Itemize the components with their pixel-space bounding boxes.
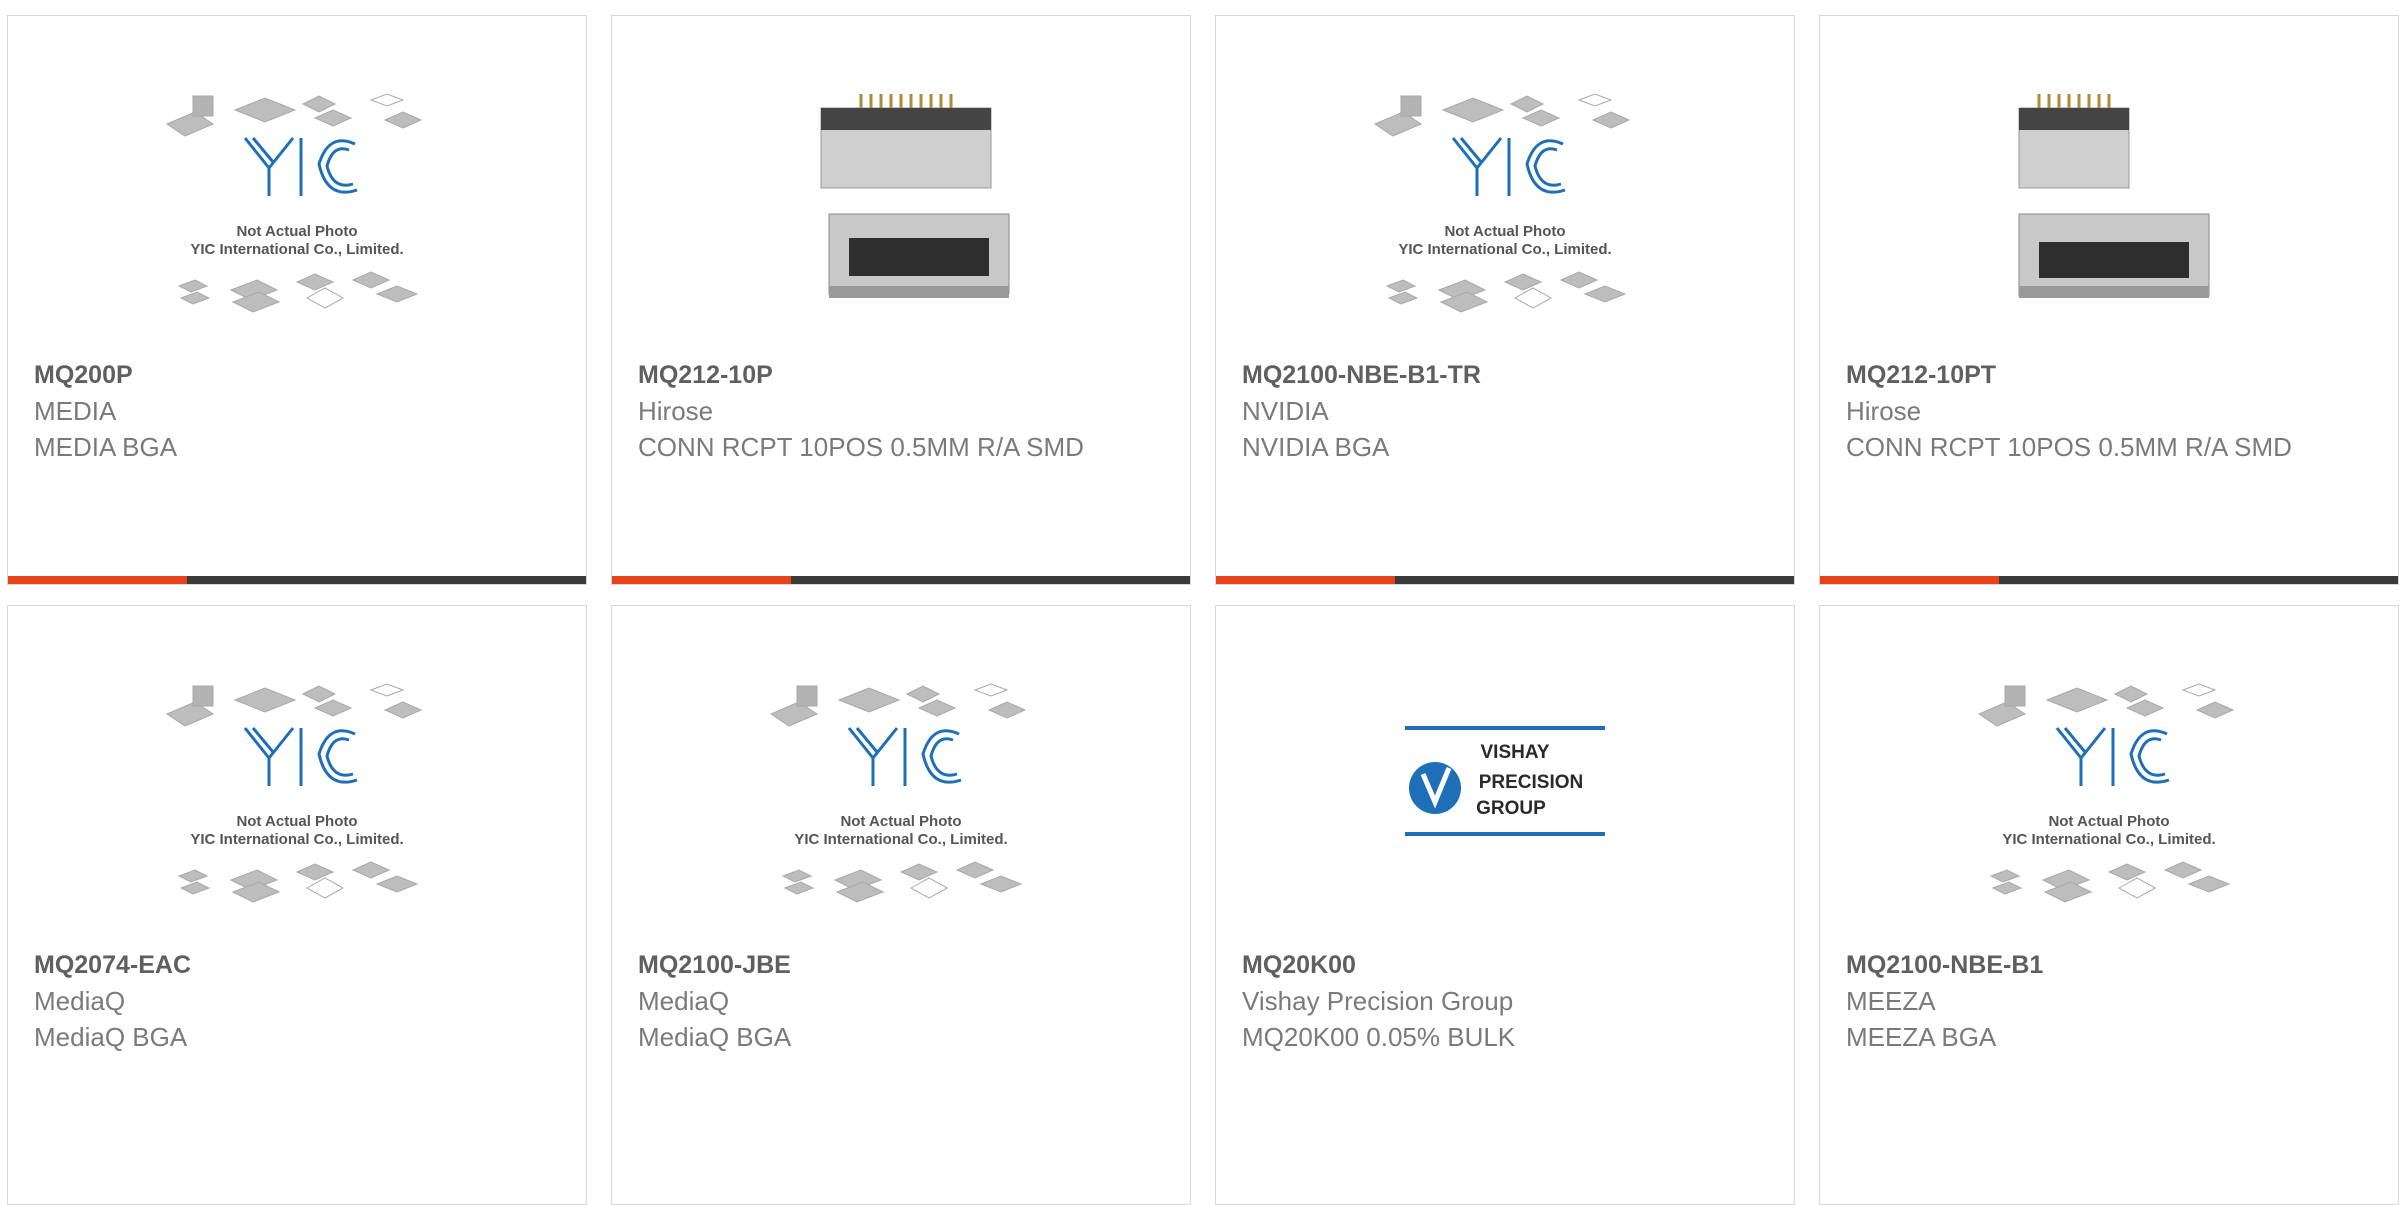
part-number[interactable]: MQ2100-JBE xyxy=(638,947,1164,983)
manufacturer: MediaQ xyxy=(638,986,730,1016)
connector-photo xyxy=(2018,94,2210,298)
product-card[interactable]: Not Actual Photo YIC International Co., … xyxy=(1215,15,1795,585)
manufacturer: Hirose xyxy=(1846,396,1922,426)
product-info: MQ212-10PT Hirose CONN RCPT 10POS 0.5MM … xyxy=(1846,357,2372,465)
card-accent xyxy=(612,576,792,584)
svg-text:Not Actual Photo: Not Actual Photo xyxy=(2048,813,2169,830)
product-info: MQ2100-JBE MediaQ MediaQ BGA xyxy=(638,947,1164,1055)
part-number[interactable]: MQ2100-NBE-B1-TR xyxy=(1242,357,1768,393)
card-accent xyxy=(1216,576,1396,584)
svg-text:PRECISION: PRECISION xyxy=(1479,772,1584,793)
part-number[interactable]: MQ200P xyxy=(34,357,560,393)
description: MEDIA BGA xyxy=(34,432,178,462)
product-card[interactable]: MQ212-10P Hirose CONN RCPT 10POS 0.5MM R… xyxy=(611,15,1191,585)
yic-placeholder-image: Not Actual Photo YIC International Co., … xyxy=(1373,93,1631,313)
yic-placeholder-image: Not Actual Photo YIC International Co., … xyxy=(165,93,423,313)
manufacturer: Hirose xyxy=(638,396,714,426)
part-number[interactable]: MQ212-10PT xyxy=(1846,357,2372,393)
product-info: MQ2100-NBE-B1-TR NVIDIA NVIDIA BGA xyxy=(1242,357,1768,465)
product-card[interactable]: Not Actual Photo YIC International Co., … xyxy=(7,605,587,1205)
product-info: MQ200P MEDIA MEDIA BGA xyxy=(34,357,560,465)
product-info: MQ20K00 Vishay Precision Group MQ20K00 0… xyxy=(1242,947,1768,1055)
product-image[interactable]: Not Actual Photo YIC International Co., … xyxy=(1820,676,2398,946)
vishay-precision-group-logo: VISHAY PRECISION GROUP xyxy=(1405,726,1605,836)
part-number[interactable]: MQ212-10P xyxy=(638,357,1164,393)
part-number[interactable]: MQ2100-NBE-B1 xyxy=(1846,947,2372,983)
svg-text:VISHAY: VISHAY xyxy=(1481,742,1550,763)
manufacturer: NVIDIA xyxy=(1242,396,1329,426)
product-info: MQ212-10P Hirose CONN RCPT 10POS 0.5MM R… xyxy=(638,357,1164,465)
product-card[interactable]: MQ212-10PT Hirose CONN RCPT 10POS 0.5MM … xyxy=(1819,15,2399,585)
description: CONN RCPT 10POS 0.5MM R/A SMD xyxy=(638,432,1084,462)
description: CONN RCPT 10POS 0.5MM R/A SMD xyxy=(1846,432,2292,462)
svg-text:Not Actual Photo: Not Actual Photo xyxy=(236,223,357,240)
description: MediaQ BGA xyxy=(638,1022,792,1052)
product-card[interactable]: Not Actual Photo YIC International Co., … xyxy=(1819,605,2399,1205)
description: NVIDIA BGA xyxy=(1242,432,1390,462)
connector-photo xyxy=(820,94,1010,298)
part-number[interactable]: MQ20K00 xyxy=(1242,947,1768,983)
product-image[interactable] xyxy=(1820,86,2398,356)
product-image[interactable]: Not Actual Photo YIC International Co., … xyxy=(612,676,1190,946)
card-bottom-bar xyxy=(1216,576,1794,584)
description: MediaQ BGA xyxy=(34,1022,188,1052)
product-image[interactable]: Not Actual Photo YIC International Co., … xyxy=(8,86,586,356)
product-card[interactable]: Not Actual Photo YIC International Co., … xyxy=(611,605,1191,1205)
description: MEEZA BGA xyxy=(1846,1022,1997,1052)
card-bottom-bar xyxy=(8,576,586,584)
svg-text:YIC International Co., Limited: YIC International Co., Limited. xyxy=(2002,831,2215,848)
svg-text:YIC International Co., Limited: YIC International Co., Limited. xyxy=(190,831,403,848)
svg-text:GROUP: GROUP xyxy=(1476,798,1546,819)
product-image[interactable]: Not Actual Photo YIC International Co., … xyxy=(1216,86,1794,356)
svg-text:Not Actual Photo: Not Actual Photo xyxy=(1444,223,1565,240)
product-card[interactable]: Not Actual Photo YIC International Co., … xyxy=(7,15,587,585)
svg-text:YIC International Co., Limited: YIC International Co., Limited. xyxy=(794,831,1007,848)
svg-text:Not Actual Photo: Not Actual Photo xyxy=(840,813,961,830)
card-bottom-bar xyxy=(1820,576,2398,584)
card-accent xyxy=(1820,576,2000,584)
product-info: MQ2074-EAC MediaQ MediaQ BGA xyxy=(34,947,560,1055)
manufacturer: MediaQ xyxy=(34,986,126,1016)
product-info: MQ2100-NBE-B1 MEEZA MEEZA BGA xyxy=(1846,947,2372,1055)
product-card[interactable]: VISHAY PRECISION GROUP MQ20K00 Vishay Pr… xyxy=(1215,605,1795,1205)
product-image[interactable]: Not Actual Photo YIC International Co., … xyxy=(8,676,586,946)
description: MQ20K00 0.05% BULK xyxy=(1242,1022,1516,1052)
card-bottom-bar xyxy=(612,576,1190,584)
svg-text:YIC International Co., Limited: YIC International Co., Limited. xyxy=(1398,241,1611,258)
product-grid: Not Actual Photo YIC International Co., … xyxy=(0,0,2400,1205)
product-image[interactable]: VISHAY PRECISION GROUP xyxy=(1216,676,1794,946)
manufacturer: MEDIA xyxy=(34,396,117,426)
manufacturer: Vishay Precision Group xyxy=(1242,986,1514,1016)
card-accent xyxy=(8,576,188,584)
yic-placeholder-image: Not Actual Photo YIC International Co., … xyxy=(1977,683,2235,903)
yic-placeholder-image: Not Actual Photo YIC International Co., … xyxy=(769,683,1027,903)
yic-placeholder-image: Not Actual Photo YIC International Co., … xyxy=(165,683,423,903)
svg-text:Not Actual Photo: Not Actual Photo xyxy=(236,813,357,830)
product-image[interactable] xyxy=(612,86,1190,356)
manufacturer: MEEZA xyxy=(1846,986,1936,1016)
svg-text:YIC International Co., Limited: YIC International Co., Limited. xyxy=(190,241,403,258)
part-number[interactable]: MQ2074-EAC xyxy=(34,947,560,983)
